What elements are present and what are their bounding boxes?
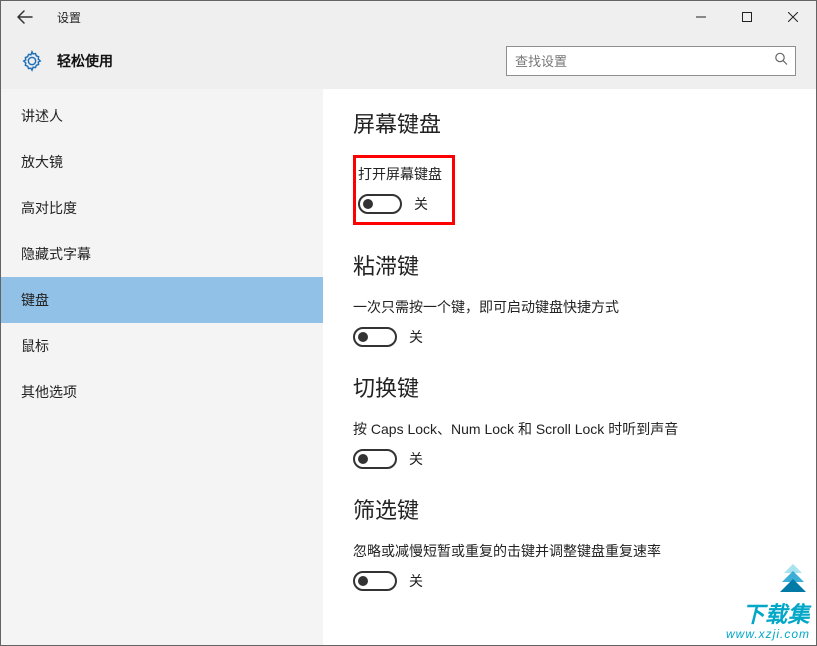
sidebar-item-label: 放大镜: [21, 152, 63, 172]
search-input[interactable]: [506, 46, 796, 76]
watermark-url: www.xzji.com: [726, 627, 810, 641]
download-arrow-icon: [776, 564, 810, 597]
minimize-icon: [696, 12, 706, 22]
window-title: 设置: [57, 9, 81, 26]
sidebar-item-keyboard[interactable]: 键盘: [1, 277, 323, 323]
section-title: 粘滞键: [353, 249, 790, 281]
close-button[interactable]: [770, 1, 816, 33]
sidebar-item-label: 讲述人: [21, 106, 63, 126]
toggle-knob: [358, 576, 368, 586]
section-toggle-keys: 切换键 按 Caps Lock、Num Lock 和 Scroll Lock 时…: [353, 371, 790, 469]
toggle-knob: [358, 454, 368, 464]
gear-icon: [21, 50, 43, 72]
maximize-icon: [742, 12, 752, 22]
sidebar-item-mouse[interactable]: 鼠标: [1, 323, 323, 369]
toggle-state-label: 关: [409, 327, 423, 347]
sidebar-item-narrator[interactable]: 讲述人: [1, 93, 323, 139]
toggle-sticky-keys[interactable]: [353, 327, 397, 347]
sidebar: 讲述人 放大镜 高对比度 隐藏式字幕 键盘 鼠标 其他选项: [1, 89, 323, 645]
watermark-brand: 下载集: [726, 597, 810, 629]
sidebar-item-label: 隐藏式字幕: [21, 244, 91, 264]
sidebar-item-magnifier[interactable]: 放大镜: [1, 139, 323, 185]
settings-window: 设置 轻松使用 讲述人: [0, 0, 817, 646]
setting-description: 按 Caps Lock、Num Lock 和 Scroll Lock 时听到声音: [353, 419, 790, 439]
sidebar-item-label: 其他选项: [21, 382, 77, 402]
sidebar-item-label: 高对比度: [21, 198, 77, 218]
sidebar-item-label: 鼠标: [21, 336, 49, 356]
toggle-toggle-keys[interactable]: [353, 449, 397, 469]
sidebar-item-captions[interactable]: 隐藏式字幕: [1, 231, 323, 277]
back-button[interactable]: [1, 1, 49, 33]
toggle-knob: [358, 332, 368, 342]
setting-description: 忽略或减慢短暂或重复的击键并调整键盘重复速率: [353, 541, 790, 561]
toggle-onscreen-keyboard[interactable]: [358, 194, 402, 214]
section-sticky-keys: 粘滞键 一次只需按一个键，即可启动键盘快捷方式 关: [353, 249, 790, 347]
section-filter-keys: 筛选键 忽略或减慢短暂或重复的击键并调整键盘重复速率 关: [353, 493, 790, 591]
back-arrow-icon: [17, 9, 33, 25]
sidebar-item-highcontrast[interactable]: 高对比度: [1, 185, 323, 231]
section-title: 筛选键: [353, 493, 790, 525]
page-subtitle: 轻松使用: [57, 51, 113, 71]
section-title: 切换键: [353, 371, 790, 403]
sidebar-item-label: 键盘: [21, 290, 49, 310]
content-pane: 屏幕键盘 打开屏幕键盘 关 粘滞键 一次只需按一个键，即可启动键盘快捷方式 关: [323, 89, 816, 645]
body: 讲述人 放大镜 高对比度 隐藏式字幕 键盘 鼠标 其他选项 屏幕键盘 打开屏幕键…: [1, 89, 816, 645]
toggle-state-label: 关: [409, 449, 423, 469]
toggle-filter-keys[interactable]: [353, 571, 397, 591]
minimize-button[interactable]: [678, 1, 724, 33]
toggle-state-label: 关: [409, 571, 423, 591]
toggle-knob: [363, 199, 373, 209]
section-title: 屏幕键盘: [353, 107, 790, 139]
sidebar-item-other[interactable]: 其他选项: [1, 369, 323, 415]
maximize-button[interactable]: [724, 1, 770, 33]
watermark: 下载集 www.xzji.com: [726, 564, 810, 641]
highlight-box: 打开屏幕键盘 关: [353, 155, 455, 225]
window-controls: [678, 1, 816, 33]
titlebar: 设置: [1, 1, 816, 33]
setting-description: 打开屏幕键盘: [358, 164, 442, 184]
section-onscreen-keyboard: 屏幕键盘 打开屏幕键盘 关: [353, 107, 790, 225]
setting-description: 一次只需按一个键，即可启动键盘快捷方式: [353, 297, 790, 317]
search-box: [506, 46, 796, 76]
toggle-state-label: 关: [414, 194, 428, 214]
close-icon: [788, 12, 798, 22]
subheader: 轻松使用: [1, 33, 816, 89]
